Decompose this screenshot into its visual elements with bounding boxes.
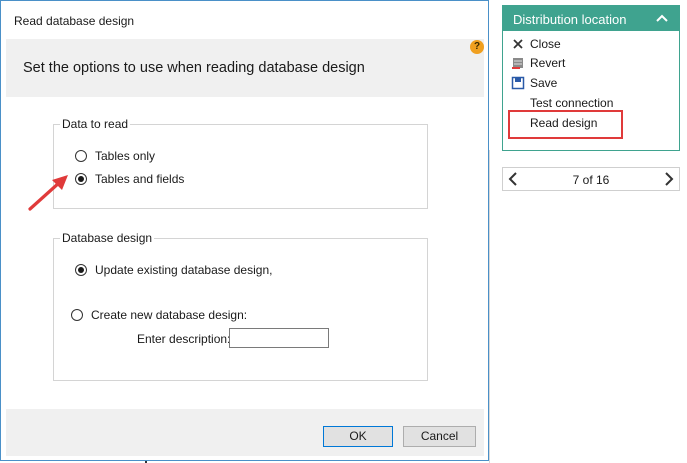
dialog-title: Read database design [14,14,135,28]
annotation-arrow-icon [28,175,68,211]
radio-button[interactable] [71,309,83,321]
menu-item-label: Test connection [530,96,614,110]
data-to-read-group: Data to read Tables only Tables and fiel… [53,117,428,209]
annotation-highlight-box [508,110,623,139]
ok-button[interactable]: OK [323,426,393,447]
database-design-group: Database design Update existing database… [53,231,428,381]
dialog-content: Data to read Tables only Tables and fiel… [6,97,484,409]
record-pager: 7 of 16 [502,167,680,191]
radio-tables-and-fields[interactable]: Tables and fields [75,172,184,186]
radio-label: Tables and fields [95,172,185,186]
panel-title: Distribution location [513,12,627,27]
panel-header[interactable]: Distribution location [503,6,679,31]
chevron-up-icon[interactable] [655,12,669,24]
chevron-right-icon[interactable] [664,172,674,186]
pager-text: 7 of 16 [572,173,610,187]
dialog-titlebar[interactable]: Read database design [1,1,488,39]
radio-button[interactable] [75,150,87,162]
menu-item-close[interactable]: Close [511,35,561,53]
menu-item-save[interactable]: Save [511,74,557,92]
radio-label: Update existing database design, [95,263,273,277]
menu-item-revert[interactable]: Revert [511,54,565,72]
menu-item-label: Close [530,37,561,51]
read-design-dialog: Read database design Set the options to … [0,0,489,461]
menu-item-label: Revert [530,56,566,70]
save-icon [511,76,525,90]
radio-button[interactable] [75,264,87,276]
close-icon [513,39,523,49]
dialog-header: Set the options to use when reading data… [6,39,484,97]
radio-tables-only[interactable]: Tables only [75,149,155,163]
dialog-instruction: Set the options to use when reading data… [23,60,365,76]
help-icon[interactable]: ? [470,40,484,54]
radio-create-new[interactable]: Create new database design: [71,308,247,322]
description-label: Enter description: [137,332,231,346]
description-input[interactable] [229,328,329,348]
radio-button[interactable] [75,173,87,185]
dialog-footer: OK Cancel [6,409,484,456]
data-to-read-legend: Data to read [60,117,131,131]
background-divider [489,150,490,463]
radio-label: Create new database design: [91,308,248,322]
radio-update-existing[interactable]: Update existing database design, [75,263,272,277]
radio-label: Tables only [95,149,156,163]
revert-icon [512,58,523,69]
menu-item-label: Save [530,76,558,90]
database-design-legend: Database design [60,231,155,245]
cancel-button[interactable]: Cancel [403,426,476,447]
